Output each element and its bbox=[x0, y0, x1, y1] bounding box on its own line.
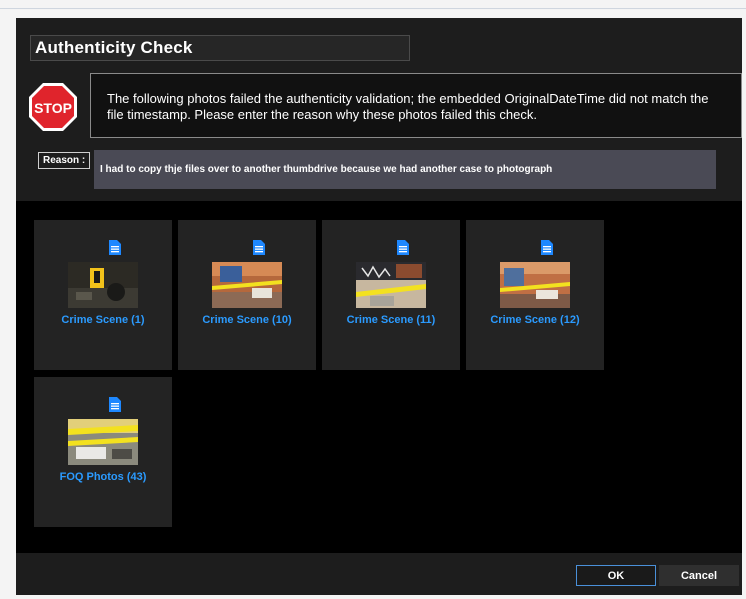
photo-thumbnail bbox=[356, 262, 426, 308]
photo-label: Crime Scene (11) bbox=[346, 314, 436, 326]
photo-label: FOQ Photos (43) bbox=[59, 471, 147, 483]
stop-sign-text: STOP bbox=[34, 100, 72, 116]
stop-sign-icon: STOP bbox=[29, 83, 77, 131]
document-icon bbox=[253, 240, 265, 255]
photo-label: Crime Scene (12) bbox=[490, 314, 580, 326]
photo-grid: Crime Scene (1) Crime Scene (10) Crime S… bbox=[16, 201, 742, 553]
photo-label: Crime Scene (10) bbox=[202, 314, 292, 326]
photo-tile[interactable]: Crime Scene (10) bbox=[178, 220, 316, 370]
photo-thumbnail bbox=[68, 419, 138, 465]
reason-input[interactable] bbox=[94, 150, 716, 189]
reason-label: Reason : bbox=[38, 152, 91, 169]
photo-label: Crime Scene (1) bbox=[61, 314, 145, 326]
cancel-button[interactable]: Cancel bbox=[659, 565, 739, 586]
document-icon bbox=[109, 240, 121, 255]
dialog-title: Authenticity Check bbox=[35, 38, 193, 57]
photo-thumbnail bbox=[212, 262, 282, 308]
photo-tile[interactable]: Crime Scene (12) bbox=[466, 220, 604, 370]
page: Authenticity Check STOP The following ph… bbox=[0, 0, 746, 599]
document-icon bbox=[109, 397, 121, 412]
message-box: The following photos failed the authenti… bbox=[90, 73, 742, 138]
photo-tile[interactable]: Crime Scene (11) bbox=[322, 220, 460, 370]
dialog-footer: OK Cancel bbox=[16, 553, 742, 595]
ok-button[interactable]: OK bbox=[576, 565, 656, 586]
validation-message: The following photos failed the authenti… bbox=[107, 91, 709, 122]
document-icon bbox=[541, 240, 553, 255]
photo-thumbnail bbox=[500, 262, 570, 308]
photo-thumbnail bbox=[68, 262, 138, 308]
photo-tile[interactable]: Crime Scene (1) bbox=[34, 220, 172, 370]
document-icon bbox=[397, 240, 409, 255]
photo-tile[interactable]: FOQ Photos (43) bbox=[34, 377, 172, 527]
title-bar: Authenticity Check bbox=[30, 35, 410, 61]
authenticity-check-dialog: Authenticity Check STOP The following ph… bbox=[16, 18, 742, 595]
top-divider bbox=[0, 8, 746, 9]
